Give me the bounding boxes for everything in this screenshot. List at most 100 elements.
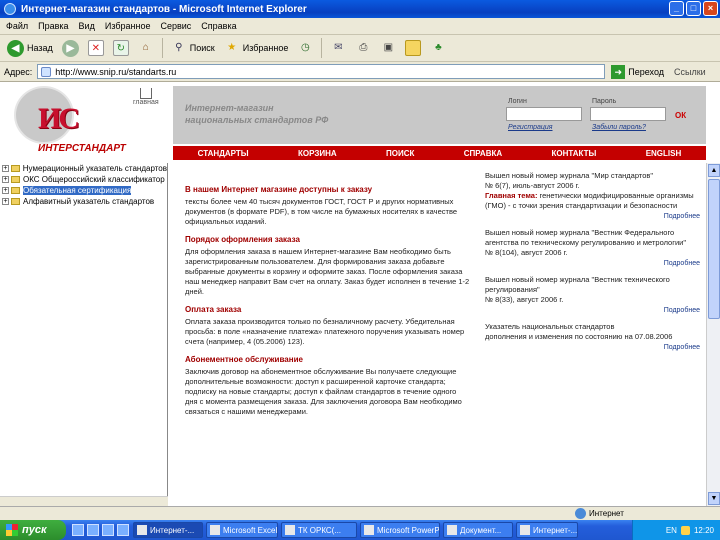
menu-view[interactable]: Вид [79,21,95,31]
more-link[interactable]: Подробнее [485,212,700,222]
nav-help[interactable]: СПРАВКА [464,149,502,158]
menu-tools[interactable]: Сервис [160,21,191,31]
scroll-up-icon[interactable]: ▲ [708,164,720,177]
go-label: Переход [628,66,665,77]
quick-launch-icon[interactable] [117,524,129,536]
password-input[interactable] [590,107,666,121]
tree-item[interactable]: + Нумерационный указатель стандартов [0,163,167,174]
history-icon: ◷ [301,42,310,53]
minimize-button[interactable]: _ [669,1,684,16]
more-link[interactable]: Подробнее [485,259,700,269]
taskbar-task[interactable]: ТК ОРКС(... [281,522,357,538]
messenger-button[interactable]: ♣ [427,37,449,59]
menu-file[interactable]: Файл [6,21,28,31]
news-item: Вышел новый номер журнала "Мир стандарто… [485,171,700,222]
news-theme-label: Главная тема: [485,191,538,200]
taskbar-task[interactable]: Интернет-... [133,522,203,538]
section-body: Заключив договор на абонементное обслужи… [185,367,462,416]
nav-search[interactable]: ПОИСК [386,149,414,158]
forgot-password-link[interactable]: Забыли пароль? [592,124,646,131]
print-button[interactable]: ⎙ [352,37,374,59]
nav-cart[interactable]: КОРЗИНА [298,149,337,158]
scroll-thumb[interactable] [708,179,720,319]
section-title: В нашем Интернет магазине доступны к зак… [185,185,373,194]
news-title[interactable]: Указатель национальных стандартов [485,322,700,332]
register-link[interactable]: Регистрация [508,124,553,131]
favorites-button[interactable]: ★ Избранное [221,37,292,59]
menu-favorites[interactable]: Избранное [105,21,151,31]
edit-button[interactable]: ▣ [377,37,399,59]
taskbar-task[interactable]: Интернет-... [516,522,578,538]
app-icon [364,525,374,535]
stop-button[interactable]: ✕ [85,37,107,59]
start-button[interactable]: пуск [0,520,66,540]
quick-launch-icon[interactable] [102,524,114,536]
nav-standards[interactable]: СТАНДАРТЫ [198,149,249,158]
tray-icon[interactable] [680,525,690,535]
close-button[interactable]: × [703,1,718,16]
login-ok-button[interactable]: ОК [675,111,686,120]
password-label: Пароль [592,98,617,105]
tree-item[interactable]: + Обязательная сертификация [0,185,167,196]
app-icon [520,525,530,535]
zone-label: Интернет [589,509,624,518]
refresh-icon: ↻ [112,40,129,56]
tree-item[interactable]: + Алфавитный указатель стандартов [0,196,167,207]
news-title[interactable]: Вышел новый номер журнала "Вестник техни… [485,275,700,295]
quick-launch-icon[interactable] [72,524,84,536]
scroll-down-icon[interactable]: ▼ [708,492,720,505]
expand-icon[interactable]: + [2,176,9,183]
tree-item[interactable]: + ОКС Общероссийский классификатор [0,174,167,185]
go-arrow-icon: ➜ [611,64,626,79]
expand-icon[interactable]: + [2,165,9,172]
taskbar-task[interactable]: Документ... [443,522,513,538]
section-title[interactable]: Порядок оформления заказа [185,235,470,245]
favorites-label: Избранное [242,43,289,53]
mail-icon: ✉ [334,42,343,53]
menu-edit[interactable]: Правка [38,21,68,31]
refresh-button[interactable]: ↻ [110,37,132,59]
security-zone: Интернет [575,508,624,519]
maximize-button[interactable]: □ [686,1,701,16]
tree-horizontal-scrollbar[interactable] [0,496,168,506]
quick-launch-icon[interactable] [87,524,99,536]
news-title[interactable]: Вышел новый номер журнала "Вестник Федер… [485,228,700,248]
taskbar-task[interactable]: Microsoft PowerP... [360,522,440,538]
news-issue: № 8(33), август 2006 г. [485,295,564,304]
section-body: Для оформления заказа в нашем Интернет-м… [185,247,470,296]
links-button[interactable]: Ссылки [674,67,706,77]
back-button[interactable]: ◀ Назад [4,37,56,59]
menu-help[interactable]: Справка [201,21,236,31]
nav-english[interactable]: ENGLISH [646,149,682,158]
app-icon [210,525,220,535]
language-indicator[interactable]: EN [666,526,677,535]
expand-icon[interactable]: + [2,187,9,194]
clock[interactable]: 12:20 [694,526,714,535]
more-link[interactable]: Подробнее [485,343,700,353]
section-title[interactable]: Абонементное обслуживание [185,355,470,365]
ie-icon [4,3,16,15]
taskbar-task[interactable]: Microsoft Excel [206,522,278,538]
history-button[interactable]: ◷ [294,37,316,59]
home-link[interactable]: главная [133,88,159,106]
mail-button[interactable]: ✉ [327,37,349,59]
task-label: Интернет-... [150,525,195,535]
forward-button[interactable]: ▶ [59,37,82,59]
expand-icon[interactable]: + [2,198,9,205]
section-title[interactable]: Оплата заказа [185,305,470,315]
folder-button[interactable] [402,37,424,59]
login-input[interactable] [506,107,582,121]
star-icon: ★ [227,42,237,53]
info-column: В нашем Интернет магазине доступны к зак… [185,185,470,425]
address-input[interactable]: http://www.snip.ru/standarts.ru [37,64,606,79]
home-button[interactable]: ⌂ [135,37,157,59]
go-button[interactable]: ➜ Переход [611,64,665,79]
nav-contacts[interactable]: КОНТАКТЫ [551,149,596,158]
page-vertical-scrollbar[interactable]: ▲ ▼ [706,163,720,506]
logo-name: ИНТЕРСТАНДАРТ [38,143,126,154]
search-button[interactable]: ⚲ Поиск [168,37,218,59]
news-title[interactable]: Вышел новый номер журнала "Мир стандарто… [485,171,700,181]
toolbar-separator [321,38,323,58]
window-title: Интернет-магазин стандартов - Microsoft … [21,3,307,15]
more-link[interactable]: Подробнее [485,306,700,316]
